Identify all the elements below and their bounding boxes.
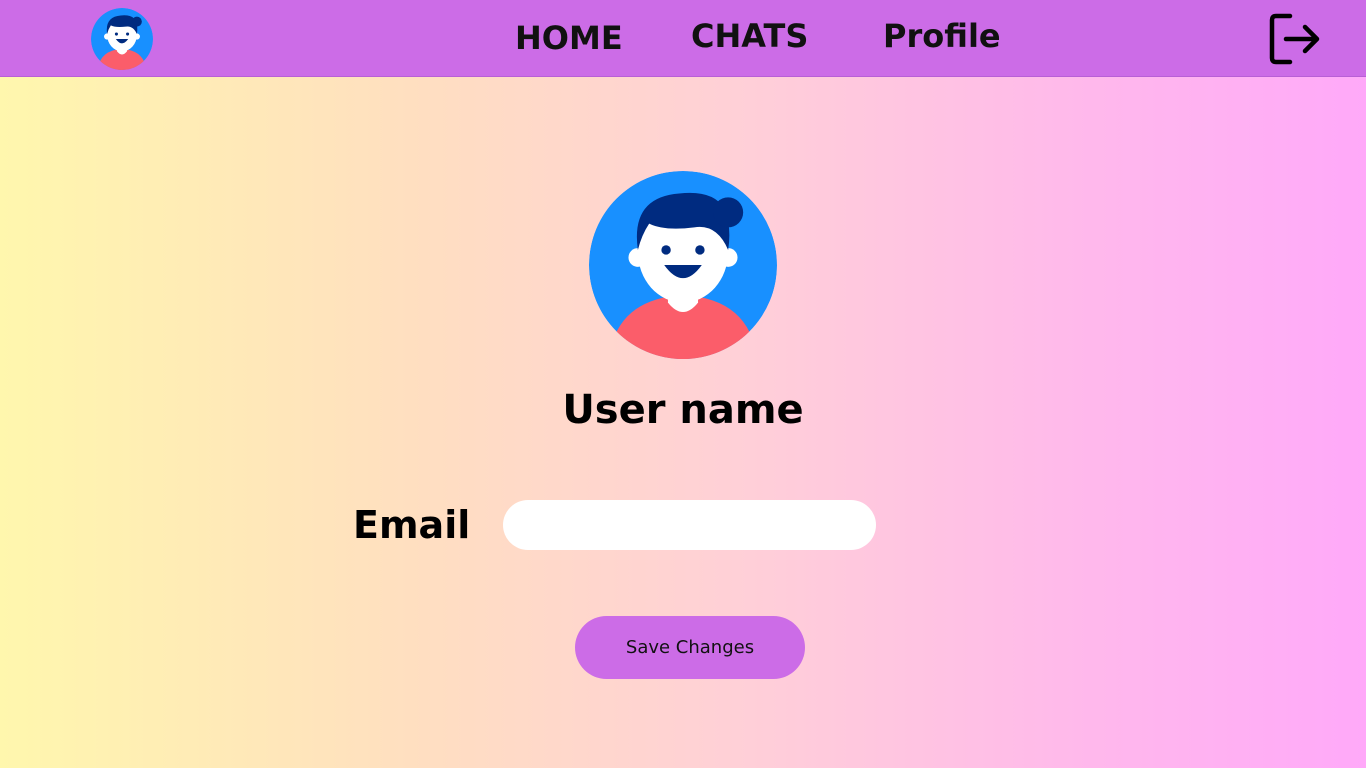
- user-avatar-icon[interactable]: [91, 8, 153, 70]
- user-avatar-icon: [589, 171, 777, 359]
- nav-chats-link[interactable]: CHATS: [691, 20, 808, 52]
- username-heading: User name: [562, 387, 804, 433]
- logout-icon[interactable]: [1268, 12, 1322, 66]
- nav-home-link[interactable]: HOME: [515, 22, 623, 54]
- top-navbar: HOME CHATS Profile: [0, 0, 1366, 77]
- email-label: Email: [353, 503, 471, 547]
- nav-profile-link[interactable]: Profile: [883, 20, 1001, 52]
- profile-avatar[interactable]: [589, 171, 777, 359]
- save-changes-button[interactable]: Save Changes: [575, 616, 805, 679]
- email-field[interactable]: [503, 500, 876, 550]
